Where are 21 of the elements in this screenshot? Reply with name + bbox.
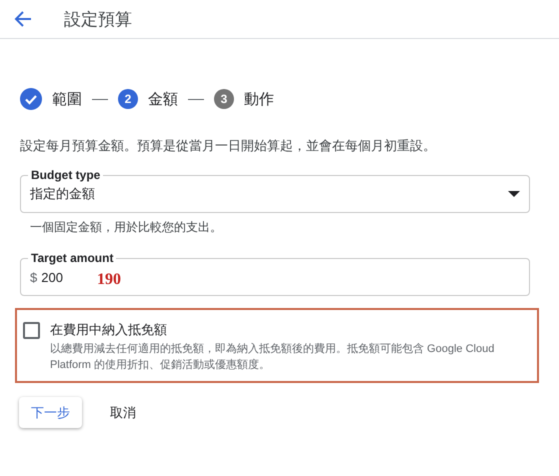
field-label: Budget type	[28, 167, 104, 183]
next-button[interactable]: 下一步	[19, 397, 82, 428]
annotation-text: 190	[96, 271, 121, 289]
caret-icon	[508, 191, 520, 197]
checkbox[interactable]	[23, 322, 40, 339]
budget-type-dropdown[interactable]: Budget type 指定的金額	[20, 167, 530, 213]
amount-value: 200	[41, 270, 63, 284]
page-title: 設定預算	[64, 8, 132, 30]
step-label: 範圍	[52, 90, 82, 108]
helper-text: 一個固定金額，用於比較您的支出。	[30, 219, 223, 236]
checkbox-description: 以總費用減去任何適用的抵免額，即為納入抵免額後的費用。抵免額可能包含 Google Cloud Platform 的使用折扣、促銷活動或優惠額度。	[50, 342, 496, 373]
currency-prefix: $	[30, 270, 38, 284]
back-icon[interactable]	[14, 11, 32, 27]
step-number: 2	[118, 89, 138, 109]
dropdown-value: 指定的金額	[30, 185, 96, 203]
checkbox-label: 在費用中納入抵免額	[50, 321, 168, 339]
target-amount-field[interactable]: Target amount $ 200 190	[20, 250, 530, 296]
step-label: 動作	[244, 90, 274, 108]
step-number: 3	[214, 89, 234, 109]
description-text: 設定每月預算金額。預算是從當月一日開始算起，並會在每個月初重設。	[20, 137, 437, 155]
step-label: 金額	[148, 90, 178, 108]
